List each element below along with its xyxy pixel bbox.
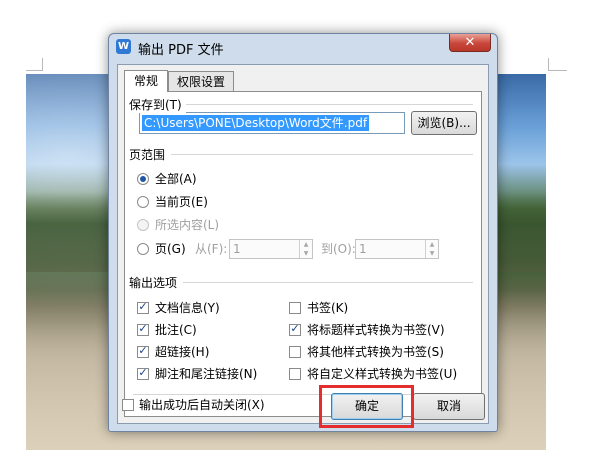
checkbox-custom-style-bookmarks[interactable] [289, 368, 301, 380]
general-tab-panel: 保存到(T) C:\Users\PONE\Desktop\Word文件.pdf … [124, 91, 482, 417]
page-range-section-title: 页范围 [129, 146, 170, 163]
checkbox-hyperlinks-label[interactable]: 超链接(H) [155, 345, 209, 359]
dialog-titlebar[interactable]: W 输出 PDF 文件 ✕ [109, 34, 497, 60]
page-margin-guide-left [26, 58, 43, 71]
save-path-input[interactable]: C:\Users\PONE\Desktop\Word文件.pdf [139, 112, 405, 134]
tab-permissions[interactable]: 权限设置 [168, 71, 234, 91]
to-page-spinner: 1 ▲ ▼ [355, 239, 439, 259]
checkbox-footnote-links-label[interactable]: 脚注和尾注链接(N) [155, 367, 257, 381]
checkbox-bookmarks-label[interactable]: 书签(K) [307, 301, 348, 315]
from-label: 从(F): [195, 242, 228, 256]
cancel-button[interactable]: 取消 [413, 393, 485, 420]
browse-button[interactable]: 浏览(B)... [411, 111, 477, 135]
radio-pages[interactable] [137, 243, 149, 255]
to-page-value: 1 [359, 242, 367, 256]
radio-current-page[interactable] [137, 196, 149, 208]
radio-current-page-label[interactable]: 当前页(E) [155, 195, 208, 209]
checkbox-doc-info-label[interactable]: 文档信息(Y) [155, 301, 220, 315]
checkbox-heading-bookmarks-label[interactable]: 将标题样式转换为书签(V) [307, 323, 445, 337]
radio-all[interactable] [137, 173, 149, 185]
radio-selection-label: 所选内容(L) [155, 218, 220, 232]
divider [183, 282, 473, 283]
checkbox-auto-close[interactable] [122, 399, 134, 411]
checkbox-comments[interactable] [137, 323, 149, 336]
checkbox-comments-label[interactable]: 批注(C) [155, 323, 197, 337]
export-pdf-dialog: W 输出 PDF 文件 ✕ 常规 权限设置 保存到(T) C:\Users\PO… [108, 33, 498, 432]
dialog-title: 输出 PDF 文件 [138, 43, 224, 58]
checkbox-other-style-bookmarks[interactable] [289, 346, 301, 358]
save-to-section-title: 保存到(T) [129, 96, 186, 113]
checkbox-custom-style-bookmarks-label[interactable]: 将自定义样式转换为书签(U) [307, 367, 457, 381]
checkbox-heading-bookmarks[interactable] [289, 323, 301, 336]
to-label: 到(O): [321, 242, 356, 256]
checkbox-bookmarks[interactable] [289, 302, 301, 314]
tab-general[interactable]: 常规 [124, 70, 168, 92]
close-button[interactable]: ✕ [449, 34, 491, 52]
divider [171, 154, 473, 155]
checkbox-hyperlinks[interactable] [137, 345, 149, 358]
checkbox-auto-close-label[interactable]: 输出成功后自动关闭(X) [139, 398, 265, 412]
spin-up-icon: ▲ [303, 241, 309, 248]
checkbox-doc-info[interactable] [137, 301, 149, 314]
radio-pages-label[interactable]: 页(G) [155, 242, 186, 256]
spin-down-icon: ▼ [429, 250, 435, 257]
spin-up-icon: ▲ [429, 241, 435, 248]
radio-all-label[interactable]: 全部(A) [155, 172, 197, 186]
save-path-value: C:\Users\PONE\Desktop\Word文件.pdf [142, 115, 370, 131]
dialog-client-area: 常规 权限设置 保存到(T) C:\Users\PONE\Desktop\Wor… [117, 64, 489, 424]
wps-writer-icon: W [116, 39, 131, 54]
output-options-section-title: 输出选项 [129, 274, 182, 291]
spin-down-icon: ▼ [303, 250, 309, 257]
annotation-highlight-box [319, 385, 414, 428]
checkbox-footnote-links[interactable] [137, 367, 149, 380]
page-margin-guide-right [548, 58, 567, 71]
divider [185, 104, 473, 105]
radio-selection [137, 219, 149, 231]
from-page-value: 1 [233, 242, 241, 256]
from-page-spinner: 1 ▲ ▼ [229, 239, 313, 259]
checkbox-other-style-bookmarks-label[interactable]: 将其他样式转换为书签(S) [307, 345, 444, 359]
